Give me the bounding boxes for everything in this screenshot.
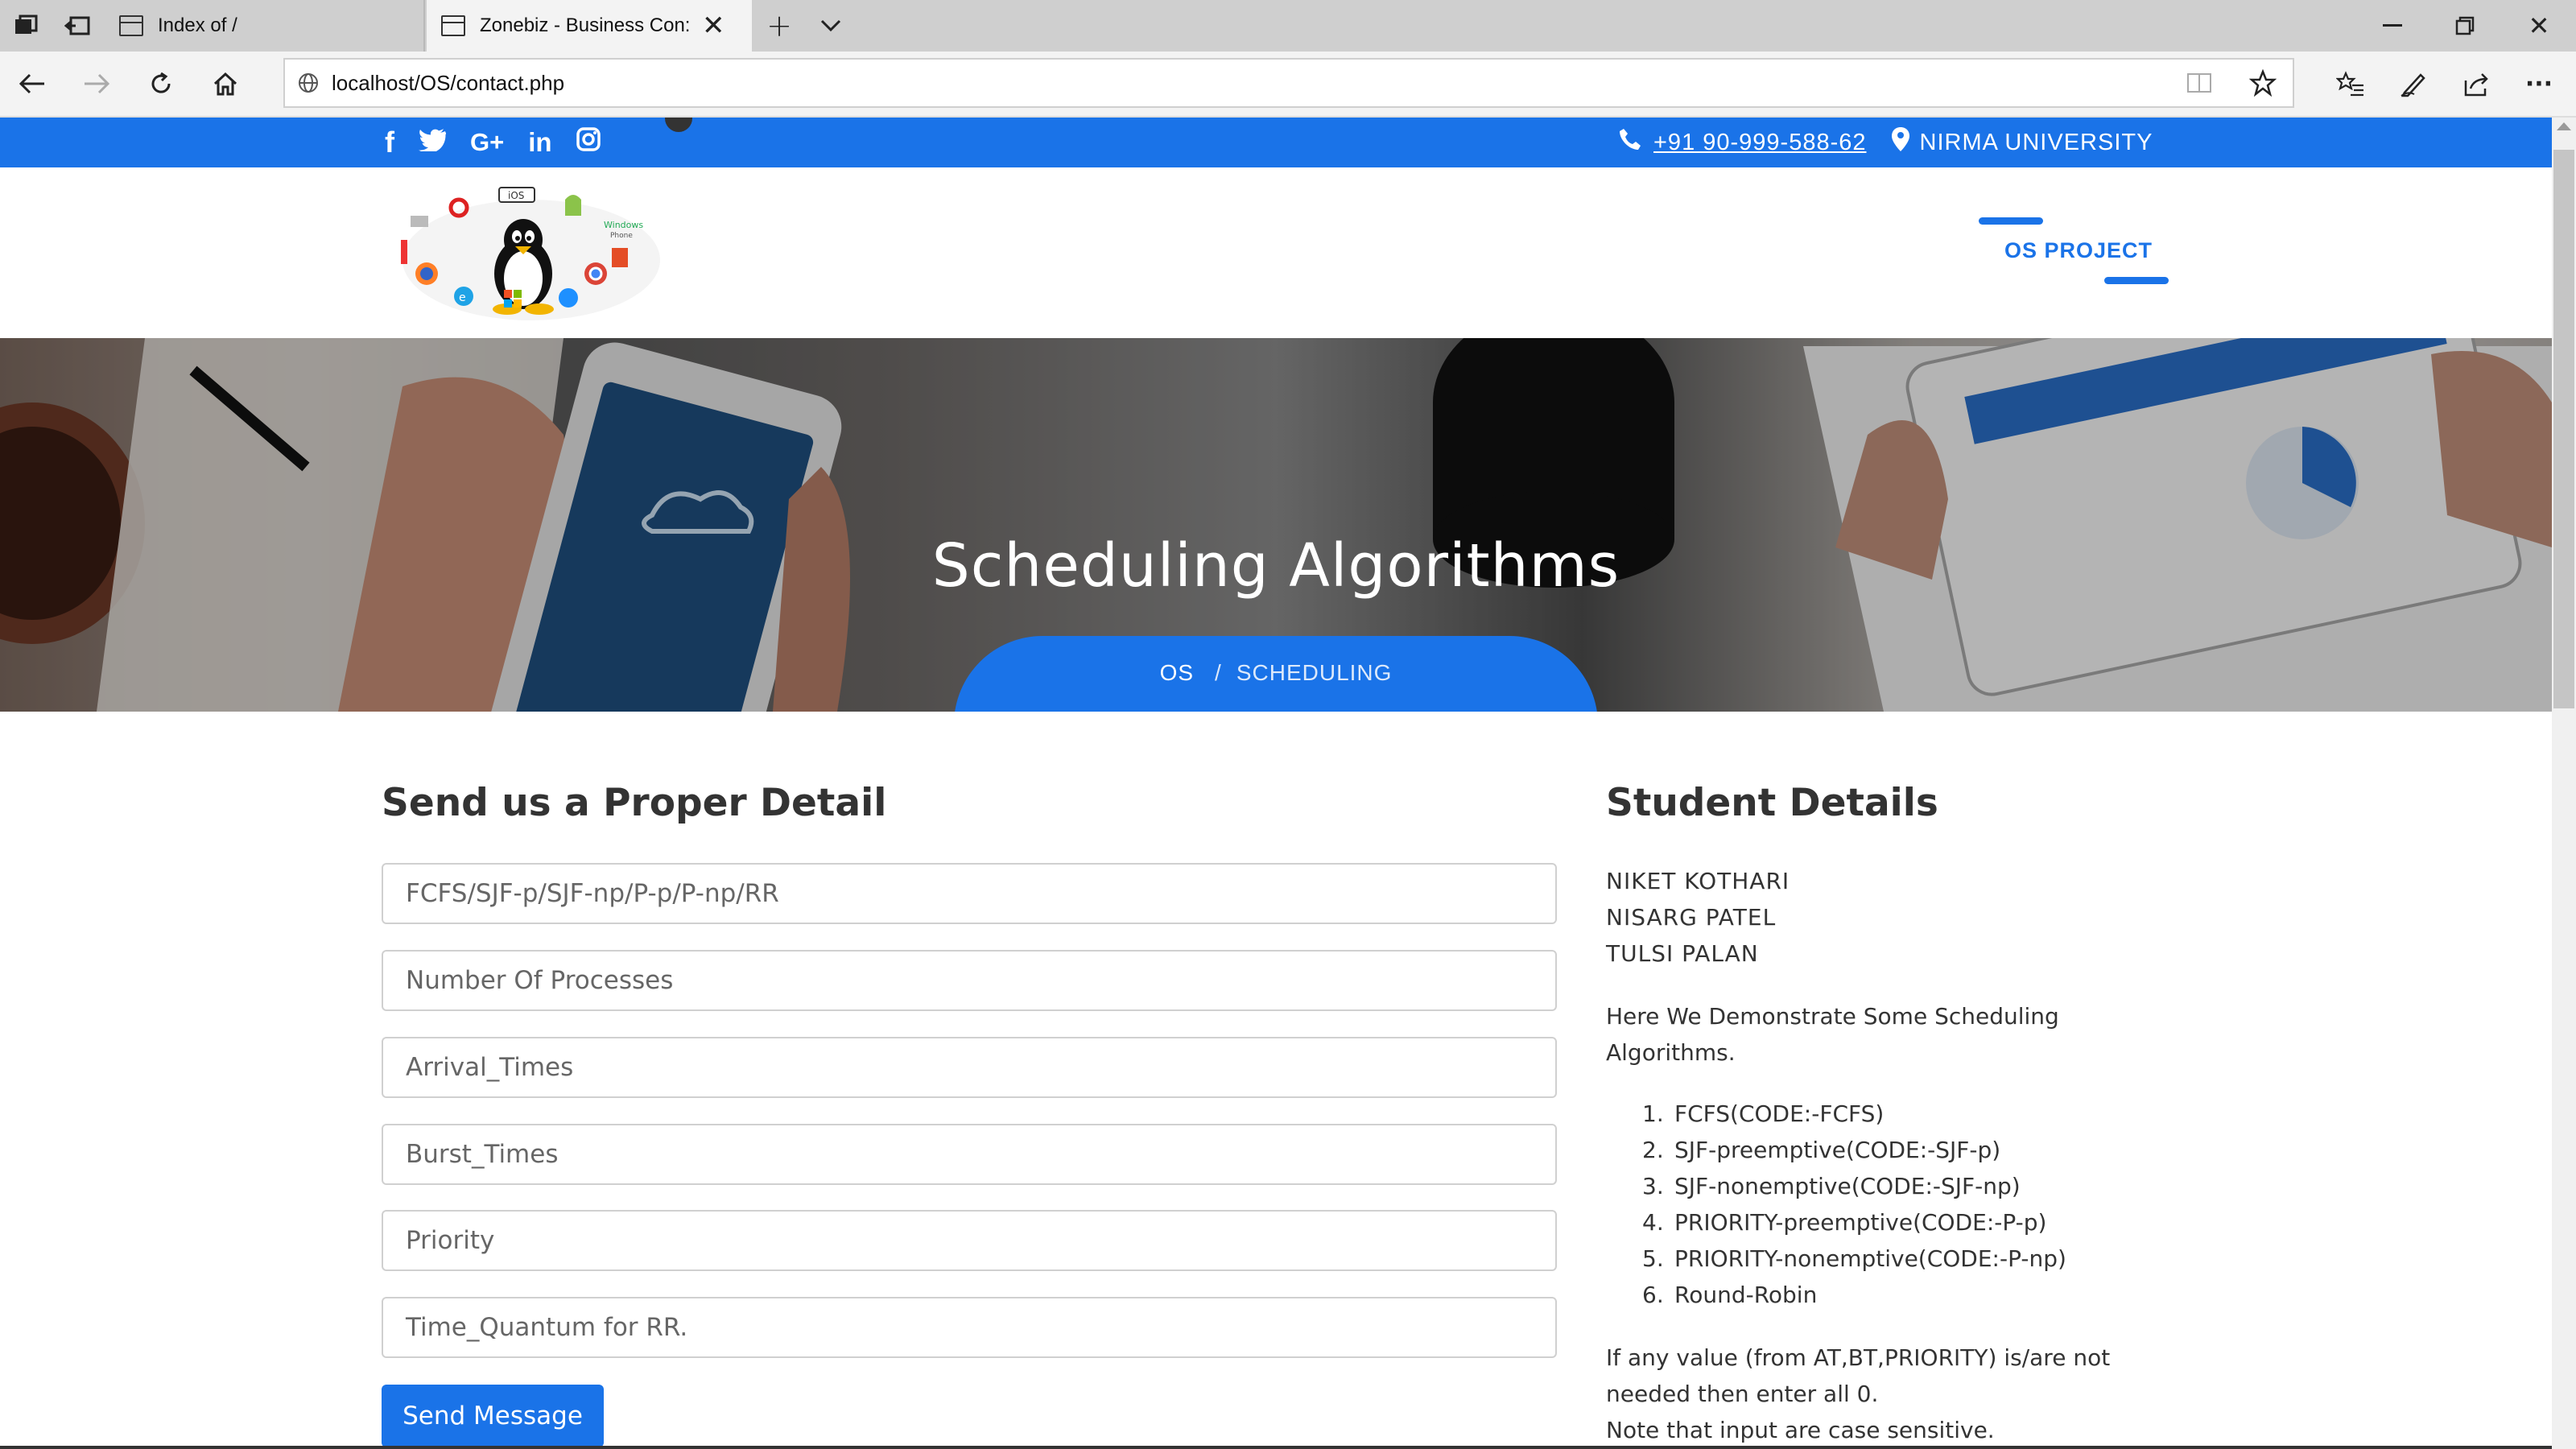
scrollbar-thumb[interactable] bbox=[2553, 150, 2574, 708]
time-quantum-input[interactable]: Time_Quantum for RR. bbox=[382, 1297, 1557, 1358]
breadcrumb-home-link[interactable]: OS bbox=[1160, 660, 1194, 712]
phone-icon bbox=[1618, 127, 1642, 158]
phone-link[interactable]: +91 90-999-588-62 bbox=[1653, 130, 1867, 156]
more-options-icon[interactable]: ··· bbox=[2520, 64, 2558, 103]
tab-zonebiz[interactable]: Zonebiz - Business Con: ✕ bbox=[427, 0, 752, 52]
site-top-bar: f G+ in +91 90-999-588-62 NIRMA UNIVERSI… bbox=[0, 118, 2552, 167]
list-item: 4. PRIORITY-preemptive(CODE:-P-p) bbox=[1642, 1209, 2047, 1236]
back-icon[interactable] bbox=[13, 64, 52, 103]
nav-accent-top bbox=[1979, 217, 2043, 225]
breadcrumb-separator: / bbox=[1215, 660, 1222, 685]
tab-list-chevron-icon[interactable] bbox=[813, 8, 848, 43]
google-plus-icon[interactable]: G+ bbox=[470, 128, 504, 157]
site-header: iOS Windows Phone e OS PROJECT bbox=[0, 167, 2552, 338]
refresh-icon[interactable] bbox=[142, 64, 180, 103]
algorithm-code-input[interactable]: FCFS/SJF-p/SJF-np/P-p/P-np/RR bbox=[382, 863, 1557, 924]
process-count-input[interactable]: Number Of Processes bbox=[382, 950, 1557, 1011]
case-sensitive-note: Note that input are case sensitive. bbox=[1606, 1417, 1995, 1443]
tab-index-of[interactable]: Index of / bbox=[105, 0, 425, 52]
location-text: NIRMA UNIVERSITY bbox=[1919, 129, 2153, 155]
tab-actions-icon[interactable] bbox=[8, 10, 43, 42]
arrival-times-input[interactable]: Arrival_Times bbox=[382, 1037, 1557, 1098]
favorites-hub-icon[interactable] bbox=[2331, 64, 2370, 103]
list-item: 1. FCFS(CODE:-FCFS) bbox=[1642, 1100, 1885, 1127]
favorite-star-icon[interactable] bbox=[2248, 68, 2277, 100]
close-tab-icon[interactable]: ✕ bbox=[702, 10, 725, 42]
student-details-heading: Student Details bbox=[1606, 781, 1938, 825]
algorithm-label: SJF-preemptive(CODE:-SJF-p) bbox=[1674, 1137, 2001, 1163]
intro-text: Here We Demonstrate Some Scheduling Algo… bbox=[1606, 1003, 2059, 1066]
map-marker-icon bbox=[1891, 126, 1910, 159]
notes-pen-icon[interactable] bbox=[2394, 64, 2433, 103]
zero-values-note: If any value (from AT,BT,PRIORITY) is/ar… bbox=[1606, 1344, 2111, 1407]
globe-icon bbox=[298, 72, 319, 93]
home-icon[interactable] bbox=[206, 64, 245, 103]
nav-accent-bottom bbox=[2104, 277, 2169, 284]
list-item: 5. PRIORITY-nonemptive(CODE:-P-np) bbox=[1642, 1245, 2066, 1272]
page-icon bbox=[119, 15, 143, 36]
scroll-up-arrow-icon[interactable] bbox=[2557, 122, 2571, 130]
window-bottom-edge bbox=[0, 1446, 2552, 1449]
reading-view-icon[interactable] bbox=[2186, 71, 2212, 98]
instagram-icon[interactable] bbox=[576, 127, 601, 158]
send-message-button[interactable]: Send Message bbox=[382, 1385, 604, 1447]
browser-address-bar: localhost/OS/contact.php ··· bbox=[0, 52, 2576, 118]
student-name: NIKET KOTHARI bbox=[1606, 868, 1790, 894]
minimize-icon[interactable] bbox=[2375, 8, 2410, 43]
list-item: 6. Round-Robin bbox=[1642, 1282, 1818, 1308]
hero-banner: Scheduling Algorithms OS / SCHEDULING bbox=[0, 338, 2552, 712]
linkedin-icon[interactable]: in bbox=[528, 127, 551, 158]
close-window-icon[interactable]: ✕ bbox=[2521, 8, 2557, 43]
cursor-dot bbox=[665, 118, 692, 132]
algorithm-label: FCFS(CODE:-FCFS) bbox=[1674, 1100, 1885, 1127]
set-tabs-aside-icon[interactable] bbox=[60, 10, 95, 42]
svg-text:Windows: Windows bbox=[604, 220, 643, 230]
nav-os-project[interactable]: OS PROJECT bbox=[2004, 238, 2153, 263]
social-links: f G+ in bbox=[385, 118, 601, 167]
tab-title: Index of / bbox=[158, 14, 237, 36]
breadcrumb-current: SCHEDULING bbox=[1236, 660, 1393, 685]
list-item: 2. SJF-preemptive(CODE:-SJF-p) bbox=[1642, 1137, 2001, 1163]
new-tab-icon[interactable]: + bbox=[762, 8, 797, 43]
share-icon[interactable] bbox=[2457, 64, 2496, 103]
twitter-icon[interactable] bbox=[419, 127, 447, 158]
form-heading: Send us a Proper Detail bbox=[382, 781, 887, 825]
algorithm-label: PRIORITY-preemptive(CODE:-P-p) bbox=[1674, 1209, 2047, 1236]
priority-input[interactable]: Priority bbox=[382, 1210, 1557, 1271]
url-input[interactable]: localhost/OS/contact.php bbox=[283, 58, 2294, 108]
contact-info: +91 90-999-588-62 NIRMA UNIVERSITY bbox=[1618, 118, 2153, 167]
facebook-icon[interactable]: f bbox=[385, 126, 394, 159]
svg-text:iOS: iOS bbox=[508, 190, 524, 201]
browser-tab-bar: Index of / Zonebiz - Business Con: ✕ + ✕ bbox=[0, 0, 2576, 52]
tab-title: Zonebiz - Business Con: bbox=[480, 14, 691, 36]
forward-icon[interactable] bbox=[77, 64, 116, 103]
algorithm-label: SJF-nonemptive(CODE:-SJF-np) bbox=[1674, 1173, 2021, 1199]
svg-text:Phone: Phone bbox=[610, 232, 633, 240]
list-item: 3. SJF-nonemptive(CODE:-SJF-np) bbox=[1642, 1173, 2021, 1199]
algorithm-label: Round-Robin bbox=[1674, 1282, 1818, 1308]
student-name: TULSI PALAN bbox=[1606, 940, 1759, 967]
url-text: localhost/OS/contact.php bbox=[332, 70, 565, 95]
svg-text:e: e bbox=[459, 291, 466, 304]
os-logo[interactable]: iOS Windows Phone e bbox=[394, 184, 668, 328]
restore-icon[interactable] bbox=[2447, 8, 2483, 43]
breadcrumb: OS / SCHEDULING bbox=[954, 636, 1598, 712]
algorithm-label: PRIORITY-nonemptive(CODE:-P-np) bbox=[1674, 1245, 2066, 1272]
page-title: Scheduling Algorithms bbox=[931, 531, 1620, 601]
burst-times-input[interactable]: Burst_Times bbox=[382, 1124, 1557, 1185]
student-name: NISARG PATEL bbox=[1606, 904, 1777, 931]
page-icon bbox=[441, 15, 465, 36]
